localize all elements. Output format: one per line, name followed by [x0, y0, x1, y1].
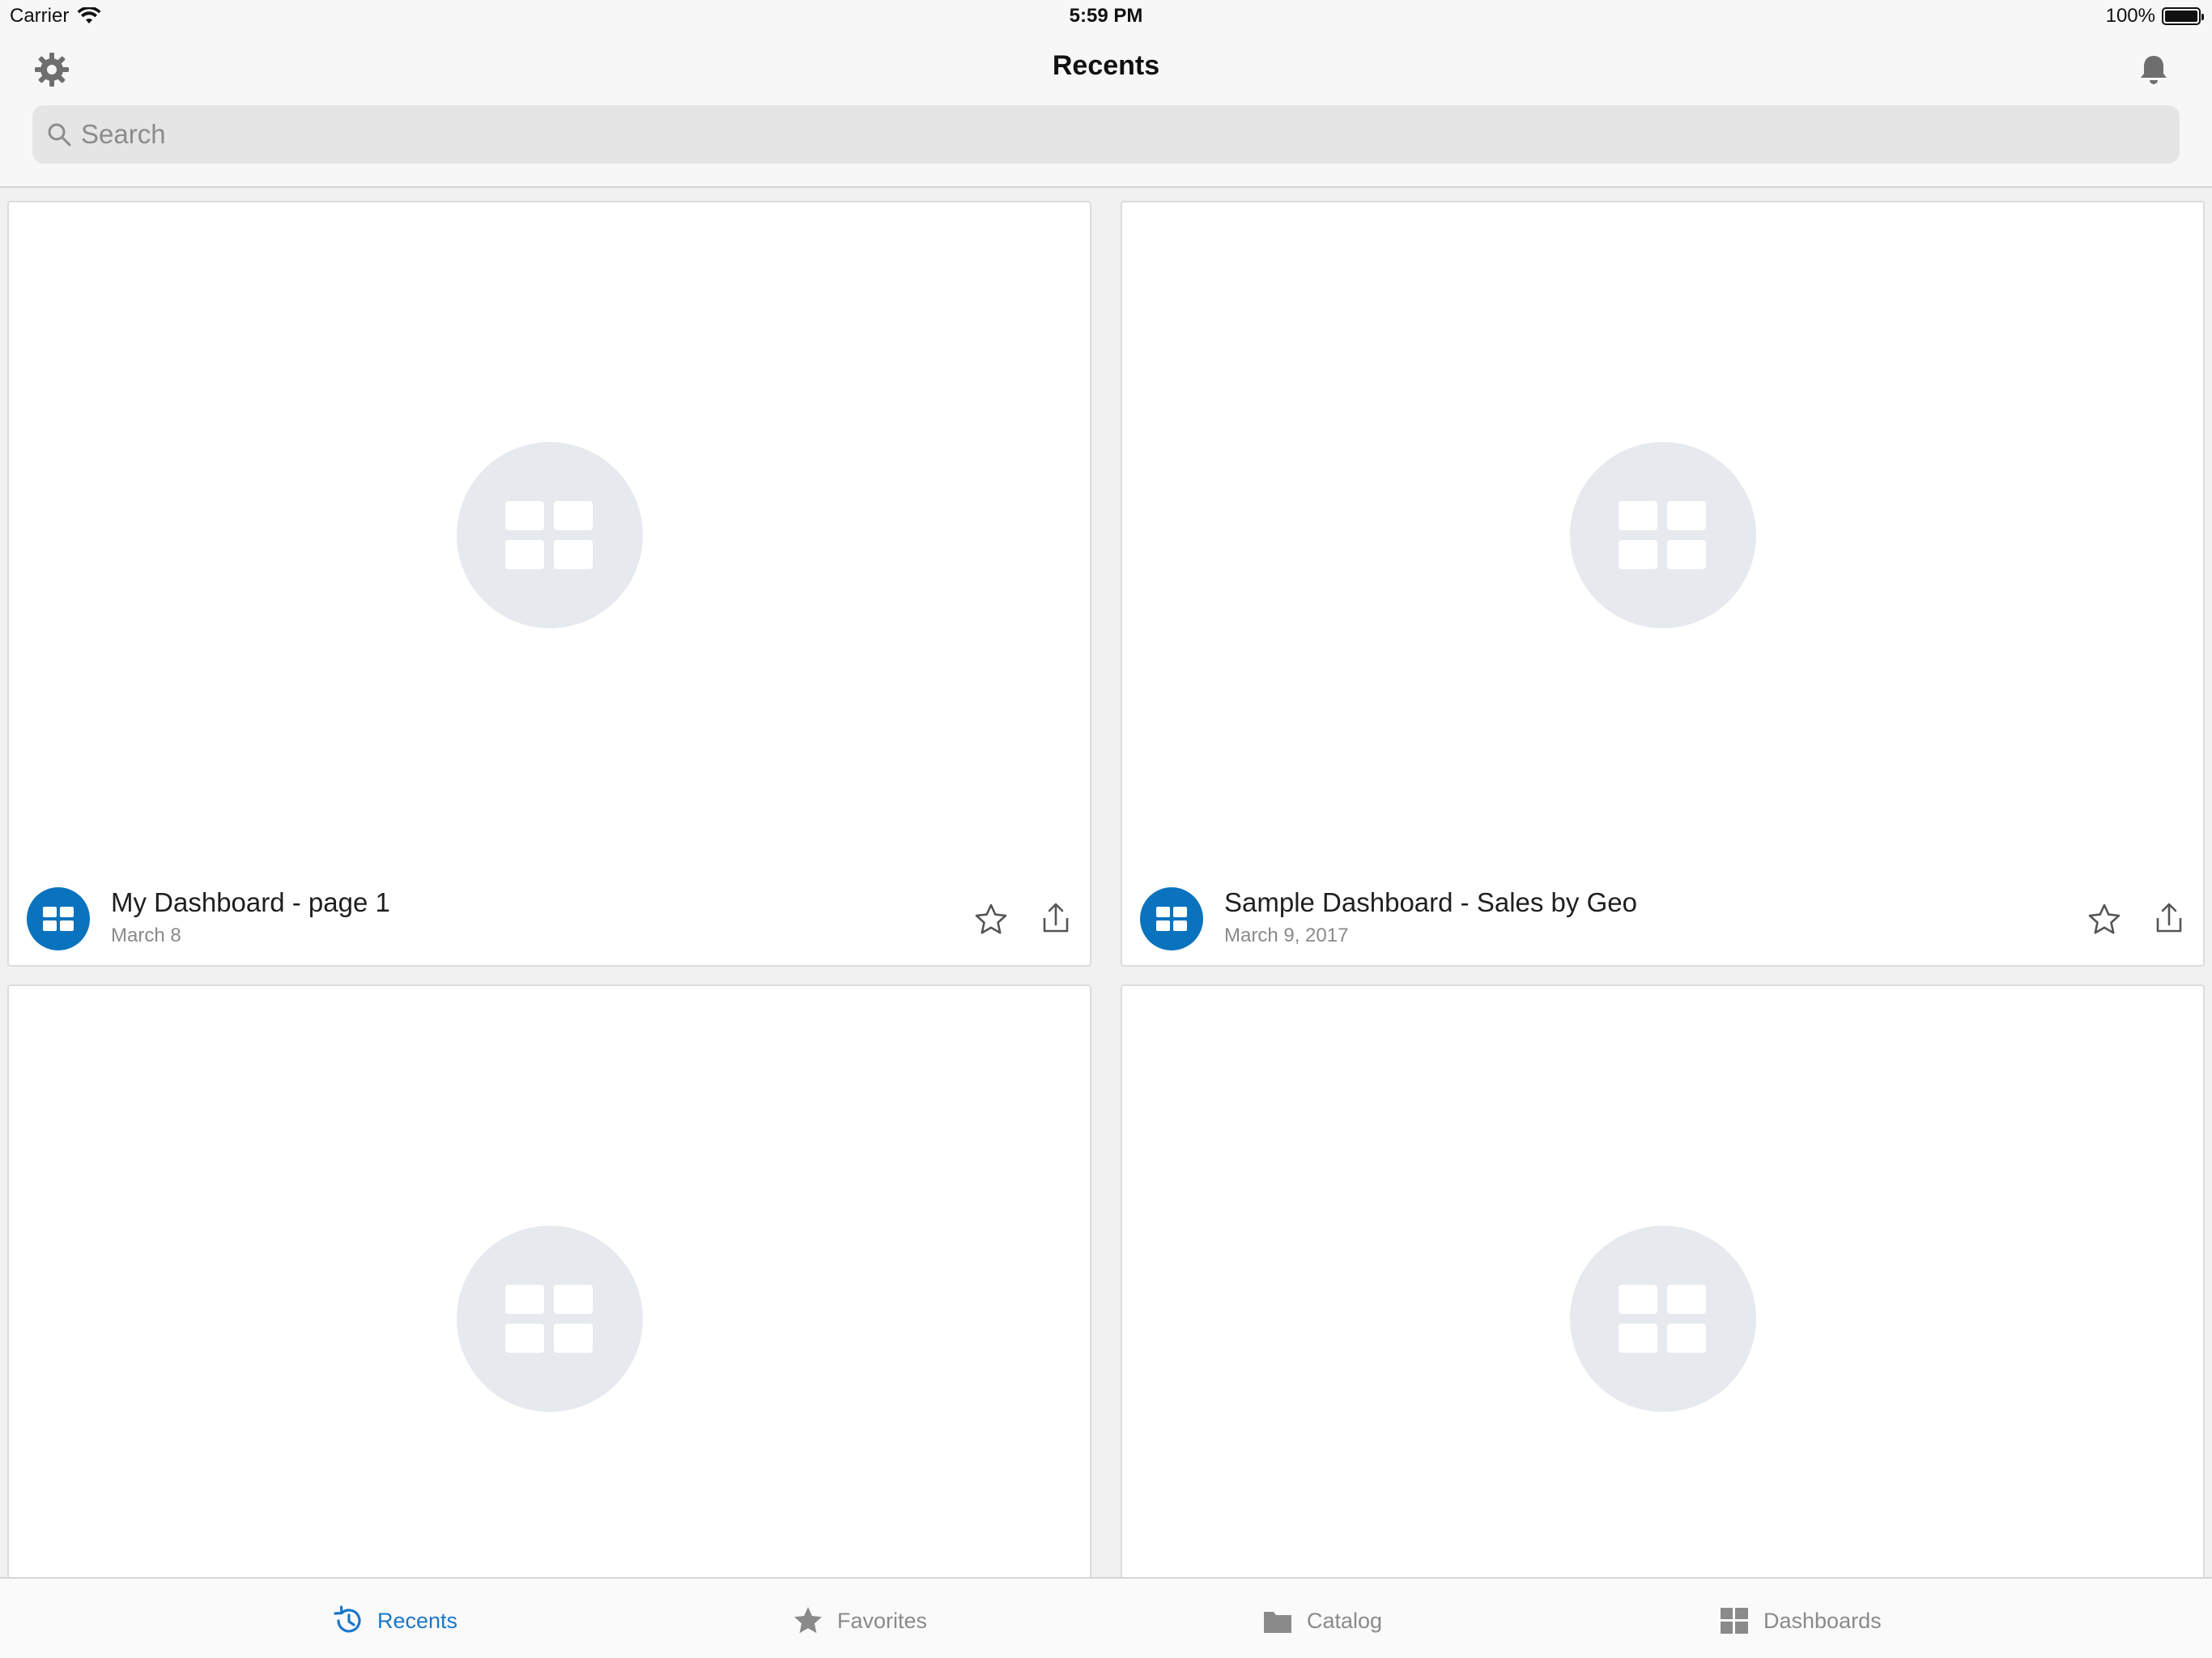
tab-label: Catalog: [1307, 1608, 1383, 1633]
folder-icon: [1264, 1612, 1291, 1633]
status-time: 5:59 PM: [1069, 5, 1143, 27]
card-footer: My Dashboard - page 1 March 8: [9, 868, 1090, 965]
battery-group: 100%: [2105, 5, 2204, 28]
history-icon: [334, 1605, 361, 1633]
card-title: My Dashboard - page 1: [111, 887, 390, 917]
battery-percent: 100%: [2105, 5, 2155, 27]
share-icon[interactable]: [1038, 900, 1074, 936]
share-icon[interactable]: [2151, 900, 2187, 936]
tab-catalog[interactable]: Catalog: [1261, 1605, 1382, 1637]
search-bar[interactable]: [32, 105, 2180, 164]
tab-label: Favorites: [837, 1608, 928, 1633]
dashboard-badge-icon: [1140, 887, 1203, 950]
favorite-star-icon[interactable]: [2087, 902, 2122, 937]
page-title: Recents: [1052, 50, 1160, 81]
card-footer: Sample Dashboard - Sales by Geo March 9,…: [1122, 868, 2203, 965]
dashboard-thumbnail-icon: [456, 442, 643, 628]
bell-icon[interactable]: [2136, 52, 2172, 87]
favorite-star-icon[interactable]: [973, 902, 1009, 937]
search-input[interactable]: [81, 119, 2105, 150]
dashboard-card[interactable]: [1121, 984, 2205, 1600]
dashboard-card[interactable]: My Dashboard - page 1 March 8: [7, 201, 1091, 967]
status-bar: Carrier 5:59 PM 100%: [0, 0, 2212, 32]
dashboard-card[interactable]: [7, 984, 1091, 1600]
tab-favorites[interactable]: Favorites: [792, 1605, 927, 1637]
dashboard-thumbnail-icon: [1569, 1226, 1756, 1412]
dashboard-card[interactable]: Sample Dashboard - Sales by Geo March 9,…: [1121, 201, 2205, 967]
app-root: Carrier 5:59 PM 100% Recents Search My D…: [0, 0, 2212, 1658]
card-date: March 9, 2017: [1224, 925, 1349, 946]
dashboard-thumbnail-icon: [1569, 442, 1756, 628]
grid-icon: [1721, 1608, 1748, 1634]
tab-label: Recents: [377, 1608, 458, 1633]
tab-bar: Recents Favorites Catalog Dashboards: [0, 1577, 2212, 1658]
tab-dashboards[interactable]: Dashboards: [1718, 1605, 1882, 1637]
tab-recents[interactable]: Recents: [332, 1605, 457, 1637]
search-icon: [48, 123, 71, 147]
dashboard-thumbnail-icon: [456, 1226, 643, 1412]
card-date: March 8: [111, 925, 181, 946]
battery-icon: [2162, 7, 2204, 25]
star-icon: [794, 1607, 822, 1634]
header: Carrier 5:59 PM 100% Recents Search: [0, 0, 2212, 188]
tab-label: Dashboards: [1763, 1608, 1882, 1633]
dashboard-badge-icon: [27, 887, 90, 950]
card-title: Sample Dashboard - Sales by Geo: [1224, 887, 1637, 917]
